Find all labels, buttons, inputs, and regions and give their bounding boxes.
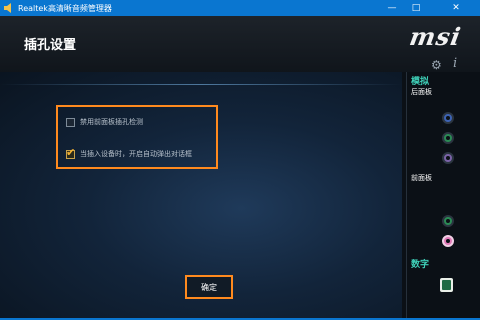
- analog-section-label: 模拟: [411, 77, 430, 87]
- rear-blue-jack-icon[interactable]: [442, 112, 454, 124]
- auto-popup-dialog-checkbox[interactable]: [66, 146, 75, 159]
- front-panel-label: 前面板: [411, 174, 432, 182]
- rear-green-jack-icon[interactable]: [442, 132, 454, 144]
- disable-front-panel-detection-label: 禁用前面板插孔检测: [80, 118, 143, 126]
- minimize-button[interactable]: —: [380, 0, 404, 16]
- window-titlebar: Realtek高清晰音频管理器 — □ ✕: [0, 0, 480, 16]
- realtek-speaker-icon: [4, 3, 11, 13]
- ok-button-label: 确定: [201, 282, 217, 292]
- front-pink-jack-icon[interactable]: [442, 235, 454, 247]
- sidebar-divider: [406, 72, 407, 320]
- rear-panel-label: 后面板: [411, 88, 432, 96]
- front-green-jack-icon[interactable]: [442, 215, 454, 227]
- app-header: 插孔设置 msi: [0, 16, 480, 72]
- gear-icon[interactable]: ⚙: [431, 58, 442, 72]
- rear-purple-jack-icon[interactable]: [442, 152, 454, 164]
- digital-spdif-port-icon[interactable]: [440, 278, 453, 292]
- info-icon[interactable]: i: [453, 56, 457, 71]
- page-title: 插孔设置: [24, 38, 77, 53]
- digital-section-label: 数字: [411, 260, 430, 270]
- auto-popup-dialog-option[interactable]: 当插入设备时，开启自动弹出对话框: [66, 146, 192, 159]
- disable-front-panel-detection-checkbox[interactable]: [66, 117, 75, 127]
- close-button[interactable]: ✕: [432, 0, 480, 16]
- connector-sidebar: ⚙ i 模拟 后面板 前面板 数字: [402, 56, 480, 320]
- window-title: Realtek高清晰音频管理器: [18, 3, 112, 13]
- jack-options-group: 禁用前面板插孔检测 当插入设备时，开启自动弹出对话框: [56, 105, 218, 169]
- msi-logo: msi: [407, 22, 464, 51]
- ok-button[interactable]: 确定: [185, 275, 233, 299]
- disable-front-panel-detection-option[interactable]: 禁用前面板插孔检测: [66, 117, 143, 127]
- auto-popup-dialog-label: 当插入设备时，开启自动弹出对话框: [80, 150, 192, 158]
- main-panel: 禁用前面板插孔检测 当插入设备时，开启自动弹出对话框 确定: [0, 72, 402, 320]
- maximize-button[interactable]: □: [404, 0, 428, 16]
